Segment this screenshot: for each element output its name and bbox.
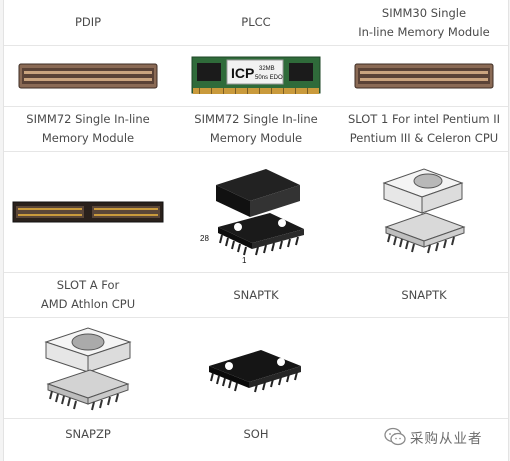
- table-cell: SLOT 1 For intel Pentium II Pentium III …: [340, 107, 508, 151]
- package-label-snaptk-a: SNAPTK: [233, 287, 279, 302]
- plcc-memory-module-image: ICP 32MB 50ns EDO: [191, 56, 321, 94]
- package-label-soh: SOH: [243, 426, 269, 441]
- table-cell: SNAPZP: [4, 419, 172, 449]
- package-label-slot-a: SLOT A For AMD Athlon CPU: [40, 278, 136, 311]
- table-row: 28 1: [4, 152, 508, 273]
- table-cell: SNAPTK: [340, 273, 508, 317]
- pdip-socket-image: [18, 63, 158, 89]
- table-cell: [172, 318, 340, 418]
- package-label-simm72-b: SIMM72 Single In-line Memory Module: [194, 112, 318, 145]
- table-row: SLOT A For AMD Athlon CPU SNAPTK SNAPTK: [4, 273, 508, 318]
- package-label-snapzp: SNAPZP: [65, 426, 111, 441]
- table-cell: [340, 318, 508, 418]
- package-label-snaptk-b: SNAPTK: [401, 287, 447, 302]
- simm30-socket-image: [354, 63, 494, 89]
- table-row: PDIP PLCC SIMM30 Single In-line Memory M…: [4, 0, 508, 46]
- table-cell: [4, 318, 172, 418]
- watermark-text: 采购从业者: [410, 431, 483, 447]
- table-cell: SOH: [172, 419, 340, 449]
- package-table: PDIP PLCC SIMM30 Single In-line Memory M…: [3, 0, 509, 461]
- snaptk-module-image: 28 1: [200, 169, 304, 265]
- table-cell: SIMM72 Single In-line Memory Module: [172, 107, 340, 151]
- table-cell: ICP 32MB 50ns EDO: [172, 46, 340, 106]
- table-cell: SLOT A For AMD Athlon CPU: [4, 273, 172, 317]
- package-label-slot1: SLOT 1 For intel Pentium II Pentium III …: [347, 112, 501, 145]
- pin-label-28: 28: [200, 234, 209, 243]
- table-cell: [4, 46, 172, 106]
- plcc-spec2-text: 50ns EDO: [255, 75, 283, 81]
- watermark: 采购从业者: [384, 424, 504, 450]
- table-cell: PLCC: [172, 0, 340, 45]
- table-cell: [4, 152, 172, 272]
- pin-label-1: 1: [242, 256, 247, 265]
- package-label-simm30: SIMM30 Single In-line Memory Module: [358, 5, 490, 39]
- table-cell: SNAPTK: [172, 273, 340, 317]
- table-cell: [340, 46, 508, 106]
- package-label-simm72-a: SIMM72 Single In-line Memory Module: [26, 112, 150, 145]
- package-label-plcc: PLCC: [241, 15, 271, 29]
- plcc-spec1-text: 32MB: [259, 66, 275, 72]
- soh-module-image: [209, 350, 301, 393]
- table-cell: SIMM72 Single In-line Memory Module: [4, 107, 172, 151]
- table-cell: PDIP: [4, 0, 172, 45]
- snapzp-module-image: [44, 327, 132, 411]
- plcc-brand-text: ICP: [231, 65, 254, 81]
- snaptk-battery-module-image: [382, 168, 466, 254]
- table-row: SIMM72 Single In-line Memory Module SIMM…: [4, 107, 508, 152]
- slot-a-connector-image: [12, 201, 164, 223]
- table-row: ICP 32MB 50ns EDO: [4, 46, 508, 107]
- table-cell: [340, 152, 508, 272]
- package-label-pdip: PDIP: [74, 15, 102, 29]
- table-row: [4, 318, 508, 419]
- table-cell: 28 1: [172, 152, 340, 272]
- table-cell: SIMM30 Single In-line Memory Module: [340, 0, 508, 45]
- wechat-icon: [384, 427, 406, 446]
